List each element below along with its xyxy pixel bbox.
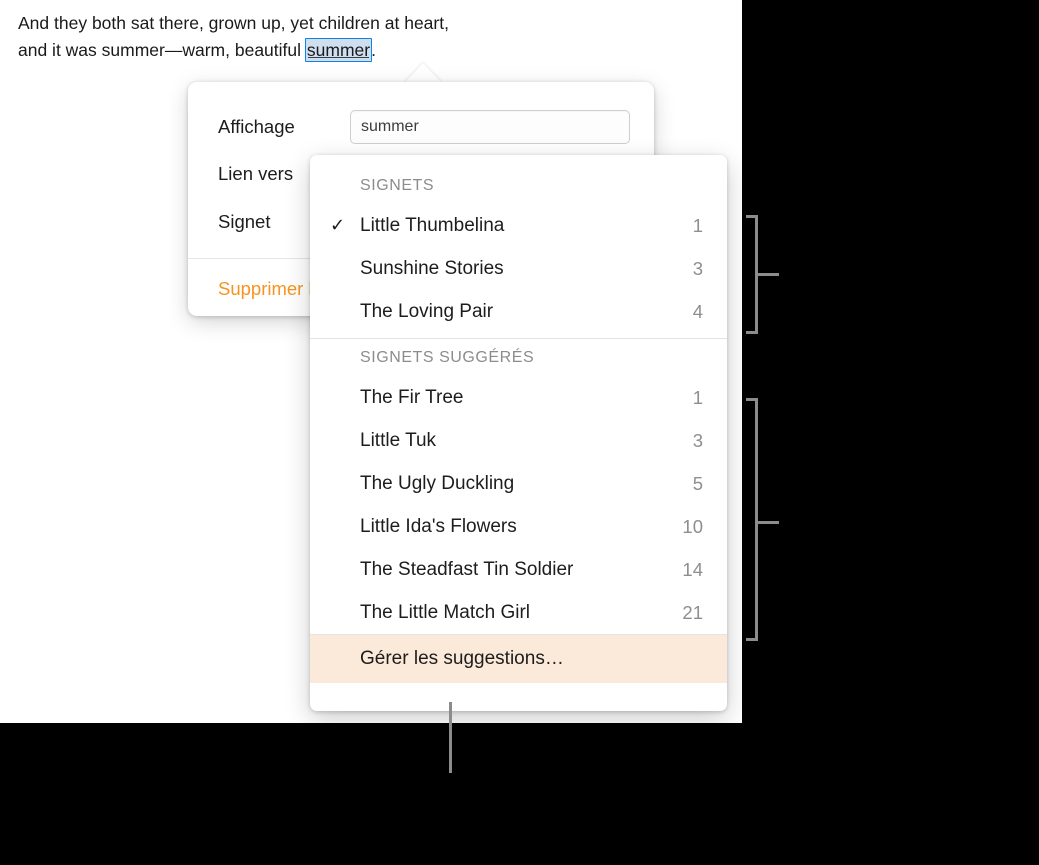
document-canvas: And they both sat there, grown up, yet c…: [0, 0, 742, 723]
menu-item-the-steadfast-tin-soldier[interactable]: The Steadfast Tin Soldier 14: [310, 548, 727, 591]
menu-item-label: The Ugly Duckling: [360, 472, 515, 494]
popover-tail-icon: [404, 63, 442, 83]
menu-item-count: 14: [682, 558, 703, 580]
menu-item-label: Little Thumbelina: [360, 214, 505, 236]
menu-item-little-idas-flowers[interactable]: Little Ida's Flowers 10: [310, 505, 727, 548]
menu-item-label: The Loving Pair: [360, 300, 494, 322]
manage-suggestions-menu-item[interactable]: Gérer les suggestions…: [310, 635, 727, 683]
document-paragraph: And they both sat there, grown up, yet c…: [18, 10, 718, 64]
menu-item-count: 3: [692, 257, 703, 279]
popover-row-display: Affichage summer: [218, 108, 630, 146]
menu-item-label: Sunshine Stories: [360, 257, 504, 279]
menu-item-count: 5: [692, 472, 703, 494]
menu-item-label: The Fir Tree: [360, 386, 464, 408]
bookmark-dropdown-menu: SIGNETS ✓ Little Thumbelina 1 Sunshine S…: [310, 155, 727, 711]
menu-section-header-bookmarks: SIGNETS: [360, 176, 435, 194]
menu-item-count: 3: [692, 429, 703, 451]
link-underline: [307, 57, 370, 58]
menu-item-the-fir-tree[interactable]: The Fir Tree 1: [310, 376, 727, 419]
menu-item-the-ugly-duckling[interactable]: The Ugly Duckling 5: [310, 462, 727, 505]
callout-stub-suggested-bookmarks: [757, 521, 779, 524]
menu-item-little-thumbelina[interactable]: ✓ Little Thumbelina 1: [310, 204, 727, 247]
display-label: Affichage: [218, 116, 295, 137]
menu-item-label: The Little Match Girl: [360, 601, 530, 623]
callout-line-manage-suggestions: [449, 702, 452, 773]
menu-item-label: Little Ida's Flowers: [360, 515, 517, 537]
selected-link-text[interactable]: summer: [304, 38, 373, 62]
callout-stub-bookmarks: [757, 273, 779, 276]
callout-bracket-suggested-bookmarks: [746, 398, 758, 641]
menu-item-count: 1: [692, 386, 703, 408]
menu-item-little-tuk[interactable]: Little Tuk 3: [310, 419, 727, 462]
menu-section-header-suggested-bookmarks: SIGNETS SUGGÉRÉS: [360, 348, 535, 366]
menu-item-count: 21: [682, 601, 703, 623]
paragraph-line-2: and it was summer—warm, beautiful summer…: [18, 37, 718, 64]
menu-item-label: Little Tuk: [360, 429, 437, 451]
display-text-field[interactable]: summer: [350, 110, 630, 144]
menu-item-the-little-match-girl[interactable]: The Little Match Girl 21: [310, 591, 727, 634]
menu-item-count: 1: [692, 214, 703, 236]
paragraph-line-1: And they both sat there, grown up, yet c…: [18, 13, 449, 33]
checkmark-icon: ✓: [330, 215, 346, 235]
paragraph-line-2-before: and it was summer—warm, beautiful: [18, 40, 306, 60]
menu-item-label: The Steadfast Tin Soldier: [360, 558, 574, 580]
menu-item-count: 4: [692, 300, 703, 322]
menu-item-sunshine-stories[interactable]: Sunshine Stories 3: [310, 247, 727, 290]
menu-item-the-loving-pair[interactable]: The Loving Pair 4: [310, 290, 727, 333]
menu-item-count: 10: [682, 515, 703, 537]
